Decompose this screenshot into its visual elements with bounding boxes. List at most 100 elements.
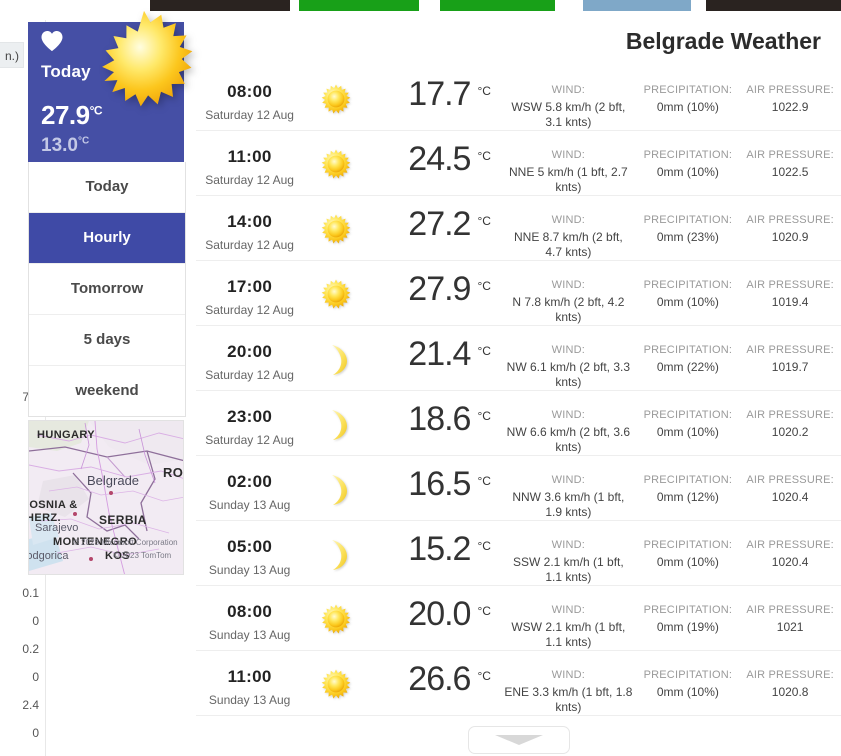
forecast-temp-unit: °C <box>477 279 491 293</box>
forecast-row[interactable]: 02:00 Sunday 13 Aug 16.5 °C WIND: NNW 3.6 km/… <box>196 456 841 521</box>
background-value: 0 <box>32 726 39 740</box>
forecast-temp: 16.5 <box>408 465 471 503</box>
forecast-date: Saturday 12 Aug <box>205 108 294 122</box>
wind-header: WIND: <box>551 149 586 161</box>
forecast-date: Saturday 12 Aug <box>205 368 294 382</box>
chevron-down-icon <box>494 735 543 745</box>
wind-header: WIND: <box>551 344 586 356</box>
forecast-temp-cell: 21.4 <box>369 331 473 374</box>
map-credit-microsoft: © 2023 Microsoft Corporation <box>73 538 178 547</box>
main-content: Belgrade Weather 08:00 Saturday 12 Aug 17.… <box>196 22 841 754</box>
forecast-date: Saturday 12 Aug <box>205 303 294 317</box>
forecast-pressure-cell: AIR PRESSURE: 1020.4 <box>739 526 841 569</box>
wind-header: WIND: <box>551 604 586 616</box>
forecast-temp-unit: °C <box>477 604 491 618</box>
forecast-time: 11:00 <box>227 667 272 686</box>
map-label-belgrade: Belgrade <box>87 473 140 488</box>
pressure-value: 1021 <box>776 620 804 634</box>
heart-icon[interactable] <box>40 30 64 52</box>
map-label-serbia: SERBIA <box>99 513 147 527</box>
forecast-temp: 26.6 <box>408 660 471 698</box>
forecast-row[interactable]: 23:00 Saturday 12 Aug 18.6 °C WIND: NW 6.6 km… <box>196 391 841 456</box>
forecast-pressure-cell: AIR PRESSURE: 1022.5 <box>739 136 841 179</box>
precipitation-value: 0mm (22%) <box>656 360 719 374</box>
pressure-value: 1020.9 <box>771 230 809 244</box>
precipitation-header: PRECIPITATION: <box>643 344 733 356</box>
forecast-time-cell: 02:00 Sunday 13 Aug <box>196 461 303 512</box>
forecast-temp: 21.4 <box>408 335 471 373</box>
thumbnail-4[interactable] <box>706 0 841 11</box>
forecast-temp-unit: °C <box>477 214 491 228</box>
forecast-icon-cell <box>303 591 368 634</box>
forecast-row[interactable]: 20:00 Saturday 12 Aug 21.4 °C WIND: NW 6.1 km… <box>196 326 841 391</box>
forecast-pressure-cell: AIR PRESSURE: 1022.9 <box>739 71 841 114</box>
forecast-row[interactable]: 11:00 Saturday 12 Aug 24.5 °C WIND: NNE 5 km/… <box>196 131 841 196</box>
map-label-hungary: HUNGARY <box>37 429 96 441</box>
wind-value: NNE 8.7 km/h (2 bft, 4.7 knts) <box>514 230 623 259</box>
forecast-date: Sunday 13 Aug <box>208 628 291 642</box>
precipitation-value: 0mm (10%) <box>656 165 719 179</box>
sun-icon <box>102 10 193 107</box>
forecast-temp-cell: 27.9 <box>369 266 473 309</box>
forecast-time: 20:00 <box>227 342 273 361</box>
forecast-temp: 24.5 <box>408 140 471 178</box>
nav-item-5-days[interactable]: 5 days <box>29 315 185 366</box>
pressure-header: AIR PRESSURE: <box>746 669 834 681</box>
today-summary-card[interactable]: Today 27.9 °C 13.0°C <box>28 10 193 162</box>
pressure-header: AIR PRESSURE: <box>746 474 834 486</box>
forecast-precipitation-cell: PRECIPITATION: 0mm (12%) <box>637 461 740 504</box>
forecast-time-cell: 20:00 Saturday 12 Aug <box>196 331 303 382</box>
background-value: 0.2 <box>22 642 39 656</box>
pressure-header: AIR PRESSURE: <box>746 149 834 161</box>
pressure-header: AIR PRESSURE: <box>746 344 834 356</box>
forecast-wind-cell: WIND: NNE 5 km/h (1 bft, 2.7 knts) <box>500 136 636 195</box>
forecast-pressure-cell: AIR PRESSURE: 1020.2 <box>739 396 841 439</box>
map-dot-sarajevo <box>73 512 77 516</box>
precipitation-header: PRECIPITATION: <box>643 279 733 291</box>
forecast-row[interactable]: 11:00 Sunday 13 Aug 26.6 °C WIND: ENE 3.3 km/… <box>196 651 841 716</box>
forecast-row[interactable]: 14:00 Saturday 12 Aug 27.2 °C WIND: NNE 8.7 k… <box>196 196 841 261</box>
nav-item-today[interactable]: Today <box>29 162 185 213</box>
forecast-pressure-cell: AIR PRESSURE: 1019.7 <box>739 331 841 374</box>
forecast-temp-cell: 26.6 <box>369 656 473 699</box>
precipitation-value: 0mm (12%) <box>656 490 719 504</box>
nav-item-hourly[interactable]: Hourly <box>29 213 185 264</box>
forecast-row[interactable]: 08:00 Saturday 12 Aug 17.7 °C WIND: WSW 5.8 k… <box>196 66 841 131</box>
sun-icon <box>321 214 351 244</box>
map-label-sarajevo: Sarajevo <box>35 522 79 534</box>
forecast-temp-unit: °C <box>477 669 491 683</box>
nav-item-tomorrow[interactable]: Tomorrow <box>29 264 185 315</box>
forecast-precipitation-cell: PRECIPITATION: 0mm (10%) <box>637 266 740 309</box>
forecast-icon-cell <box>303 71 368 114</box>
forecast-date: Saturday 12 Aug <box>205 433 294 447</box>
forecast-precipitation-cell: PRECIPITATION: 0mm (10%) <box>637 526 740 569</box>
precipitation-value: 0mm (23%) <box>656 230 719 244</box>
forecast-temp-cell: 15.2 <box>369 526 473 569</box>
precipitation-value: 0mm (10%) <box>656 100 719 114</box>
forecast-pressure-cell: AIR PRESSURE: 1020.9 <box>739 201 841 244</box>
forecast-wind-cell: WIND: NNE 8.7 km/h (2 bft, 4.7 knts) <box>500 201 636 260</box>
wind-header: WIND: <box>551 279 586 291</box>
thumbnail-2[interactable] <box>440 0 555 11</box>
precipitation-header: PRECIPITATION: <box>643 539 733 551</box>
left-sidebar: Today 27.9°C 13.0°C Today Hourly Tomorro… <box>28 10 193 575</box>
precipitation-value: 0mm (10%) <box>656 425 719 439</box>
forecast-time: 02:00 <box>227 472 273 491</box>
thumbnail-3[interactable] <box>583 0 691 11</box>
today-card-label: Today <box>41 62 91 81</box>
forecast-row[interactable]: 17:00 Saturday 12 Aug 27.9 °C WIND: N 7.8 km/… <box>196 261 841 326</box>
today-high-value: 27.9 <box>41 100 90 130</box>
forecast-icon-cell <box>303 266 368 309</box>
forecast-time: 05:00 <box>227 537 273 556</box>
show-more-button[interactable] <box>467 726 570 754</box>
forecast-icon-cell <box>303 331 368 376</box>
precipitation-value: 0mm (10%) <box>656 295 719 309</box>
forecast-row[interactable]: 08:00 Sunday 13 Aug 20.0 °C WIND: WSW 2.1 km/… <box>196 586 841 651</box>
nav-item-weekend[interactable]: weekend <box>29 366 185 416</box>
forecast-row[interactable]: 05:00 Sunday 13 Aug 15.2 °C WIND: SSW 2.1 km/… <box>196 521 841 586</box>
wind-value: NNW 3.6 km/h (1 bft, 1.9 knts) <box>512 490 625 519</box>
location-map-thumbnail[interactable]: HUNGARY RO Belgrade BOSNIA & HERZ. SERBI… <box>28 420 184 575</box>
forecast-temp-unit: °C <box>477 149 491 163</box>
thumbnail-1[interactable] <box>299 0 419 11</box>
wind-value: NW 6.1 km/h (2 bft, 3.3 knts) <box>506 360 631 389</box>
